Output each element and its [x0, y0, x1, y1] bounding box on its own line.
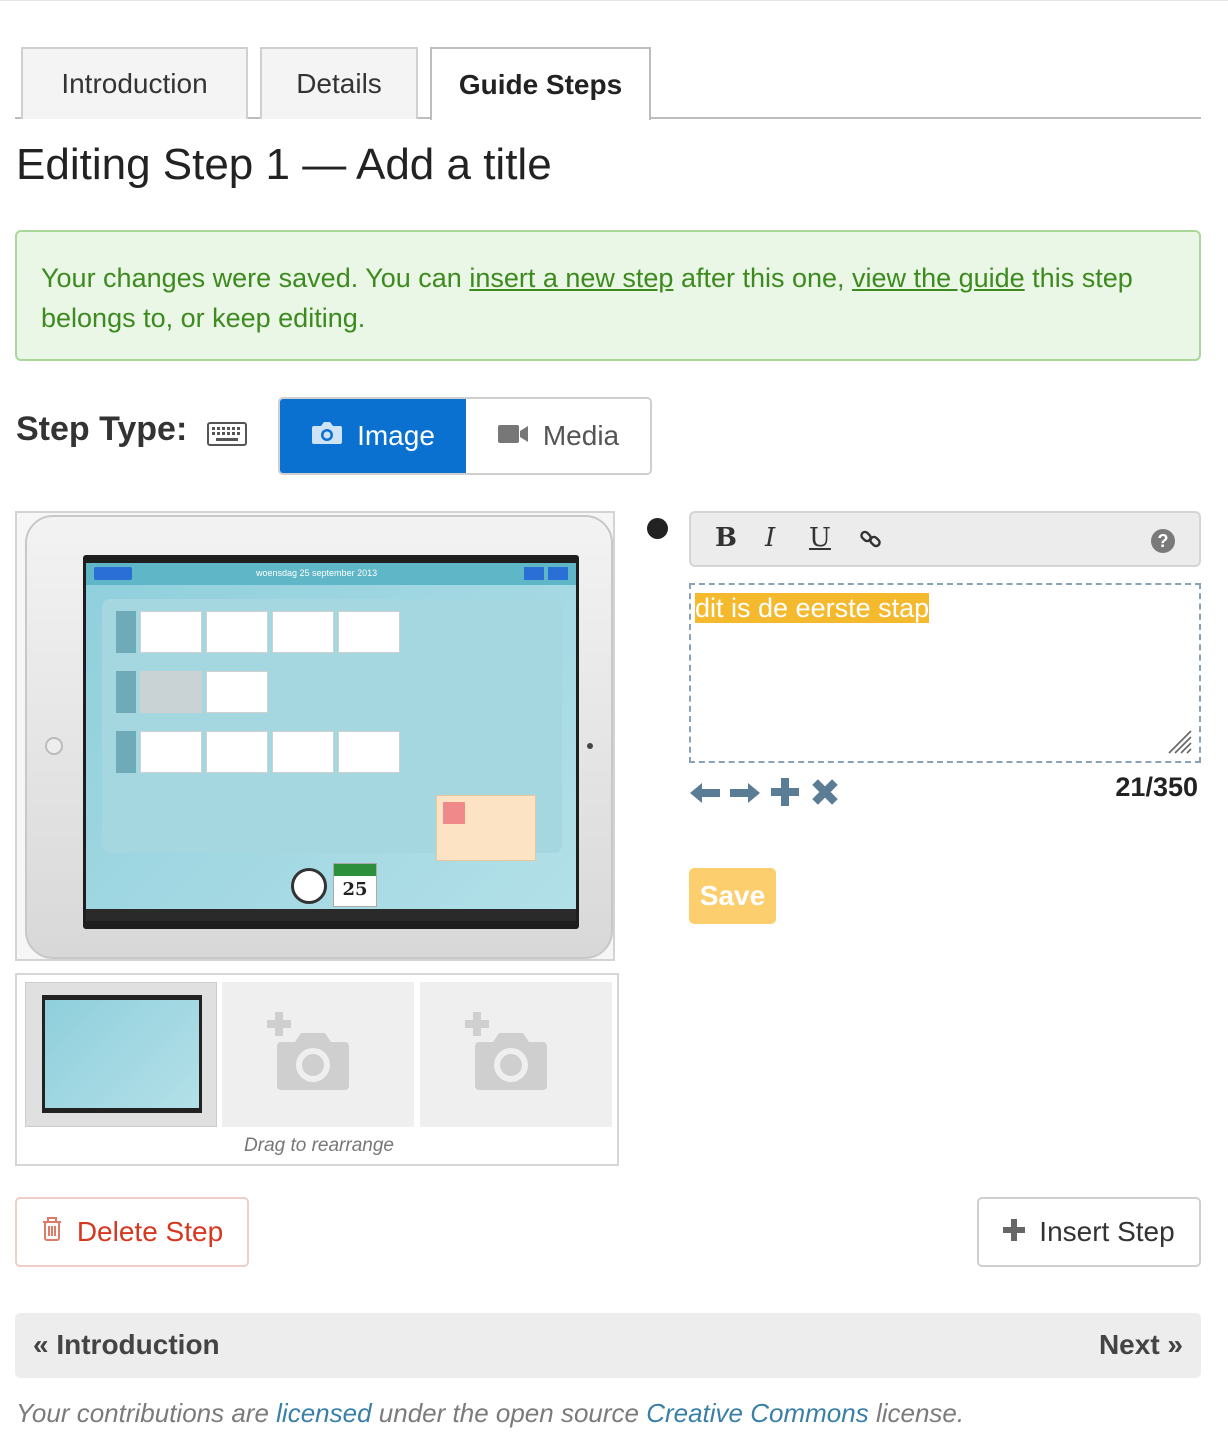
link-icon[interactable] [859, 527, 883, 558]
video-camera-icon [497, 420, 529, 452]
screen-date: woensdag 25 september 2013 [256, 568, 378, 578]
image-label: Image [357, 420, 435, 451]
arrow-right-icon[interactable] [729, 778, 761, 814]
top-divider [0, 0, 1228, 1]
camera-icon [311, 420, 343, 453]
plus-icon [1003, 1216, 1026, 1248]
step-type-label: Step Type: [16, 410, 188, 448]
insert-step-button[interactable]: Insert Step [977, 1197, 1201, 1267]
character-count: 21/350 [1115, 772, 1198, 802]
note-card [436, 795, 536, 861]
step-text: dit is de eerste stap [695, 593, 930, 623]
tab-details[interactable]: Details [260, 47, 418, 119]
step-navigation: « Introduction Next » [15, 1313, 1201, 1378]
licensed-link[interactable]: licensed [276, 1398, 371, 1428]
main-step-image[interactable]: woensdag 25 september 2013 25 [15, 511, 615, 961]
add-camera-icon [267, 1012, 349, 1090]
bullet-color-selector[interactable] [647, 518, 668, 539]
bold-button[interactable]: B [715, 523, 737, 553]
underline-button[interactable]: U [809, 523, 831, 553]
license-text: license. [868, 1398, 965, 1428]
page-title: Editing Step 1 — Add a title [16, 140, 552, 189]
calendar-icon: 25 [333, 863, 377, 907]
license-text: Your contributions are [16, 1398, 277, 1428]
insert-new-step-link[interactable]: insert a new step [469, 263, 673, 293]
tablet-photo: woensdag 25 september 2013 25 [25, 515, 613, 959]
add-image-slot[interactable] [222, 982, 414, 1127]
license-text: under the open source [371, 1398, 647, 1428]
add-image-slot[interactable] [420, 982, 612, 1127]
save-button[interactable]: Save [689, 868, 776, 924]
step-type-media-button[interactable]: Media [466, 399, 650, 473]
drag-hint: Drag to rearrange [244, 1135, 394, 1156]
creative-commons-link[interactable]: Creative Commons [646, 1398, 869, 1428]
success-alert: Your changes were saved. You can insert … [15, 230, 1201, 361]
delete-step-label: Delete Step [76, 1216, 224, 1247]
step-type-image-button[interactable]: Image [280, 399, 466, 473]
add-camera-icon [465, 1012, 547, 1090]
tablet-camera [587, 743, 593, 749]
delete-step-button[interactable]: Delete Step [15, 1197, 249, 1267]
tab-guide-steps[interactable]: Guide Steps [430, 47, 651, 120]
editor-toolbar: B I U ? [689, 511, 1201, 567]
alarm-clock-icon [291, 868, 327, 904]
prev-introduction-link[interactable]: « Introduction [33, 1329, 220, 1361]
add-line-icon[interactable] [769, 778, 801, 814]
app-header-bar: woensdag 25 september 2013 [86, 563, 576, 585]
arrow-left-icon[interactable] [689, 778, 721, 814]
alert-text: Your changes were saved. You can [41, 263, 470, 293]
remove-line-icon[interactable] [809, 778, 841, 814]
step-type-toggle: Image Media [278, 397, 652, 475]
tab-introduction[interactable]: Introduction [21, 47, 248, 119]
tablet-home-button [45, 737, 63, 755]
insert-step-label: Insert Step [1039, 1216, 1175, 1247]
help-icon[interactable]: ? [1151, 529, 1175, 553]
step-line-controls [689, 778, 841, 814]
trash-icon [41, 1216, 63, 1249]
license-note: Your contributions are licensed under th… [16, 1398, 964, 1429]
resize-grip-icon [1168, 730, 1192, 754]
view-guide-link[interactable]: view the guide [852, 263, 1025, 293]
next-link[interactable]: Next » [1099, 1329, 1183, 1361]
tablet-screen: woensdag 25 september 2013 25 [83, 555, 579, 929]
alert-text: after this one, [673, 263, 853, 293]
image-thumbnails: Drag to rearrange [15, 973, 619, 1166]
italic-button[interactable]: I [765, 523, 775, 553]
media-label: Media [542, 420, 620, 451]
step-text-editor[interactable]: dit is de eerste stap [689, 583, 1201, 763]
thumbnail-1[interactable] [25, 982, 217, 1127]
keyboard-icon[interactable] [207, 422, 247, 451]
